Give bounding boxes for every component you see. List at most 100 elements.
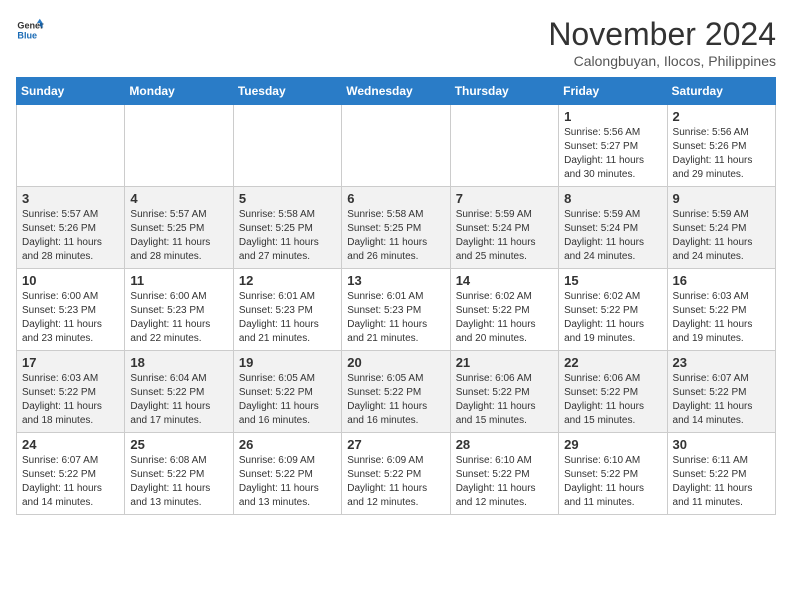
day-cell: 9Sunrise: 5:59 AMSunset: 5:24 PMDaylight… (667, 187, 775, 269)
day-cell: 2 Sunrise: 5:56 AMSunset: 5:26 PMDaylight… (667, 105, 775, 187)
day-info: Sunrise: 5:58 AMSunset: 5:25 PMDaylight:… (239, 208, 336, 264)
day-info: Sunrise: 5:59 AMSunset: 5:24 PMDaylight:… (456, 208, 553, 264)
week-row-3: 10 Sunrise: 6:00 AMSunset: 5:23 PMDayligh… (17, 269, 776, 351)
day-info: Sunrise: 6:11 AMSunset: 5:22 PMDaylight:… (673, 454, 770, 510)
weekday-header-monday: Monday (125, 78, 233, 105)
day-cell: 17Sunrise: 6:03 AMSunset: 5:22 PMDayligh… (17, 351, 125, 433)
day-number: 26 (239, 437, 336, 452)
day-cell: 10 Sunrise: 6:00 AMSunset: 5:23 PMDayligh… (17, 269, 125, 351)
day-info: Sunrise: 5:57 AMSunset: 5:26 PMDaylight:… (22, 208, 119, 264)
day-cell: 8 Sunrise: 5:59 AMSunset: 5:24 PMDaylight… (559, 187, 667, 269)
day-cell: 5 Sunrise: 5:58 AMSunset: 5:25 PMDaylight… (233, 187, 341, 269)
day-info: Sunrise: 5:57 AMSunset: 5:25 PMDaylight:… (130, 208, 227, 264)
week-row-2: 3 Sunrise: 5:57 AMSunset: 5:26 PMDaylight… (17, 187, 776, 269)
day-number: 3 (22, 191, 119, 206)
day-cell: 26Sunrise: 6:09 AMSunset: 5:22 PMDayligh… (233, 433, 341, 515)
day-info: Sunrise: 6:03 AMSunset: 5:22 PMDaylight:… (22, 372, 119, 428)
day-number: 28 (456, 437, 553, 452)
weekday-header-tuesday: Tuesday (233, 78, 341, 105)
day-number: 24 (22, 437, 119, 452)
header: General Blue General Blue November 2024 … (16, 16, 776, 69)
day-cell: 23 Sunrise: 6:07 AMSunset: 5:22 PMDayligh… (667, 351, 775, 433)
day-info: Sunrise: 6:08 AMSunset: 5:22 PMDaylight:… (130, 454, 227, 510)
day-cell (450, 105, 558, 187)
day-info: Sunrise: 6:01 AMSunset: 5:23 PMDaylight:… (239, 290, 336, 346)
day-cell: 12Sunrise: 6:01 AMSunset: 5:23 PMDayligh… (233, 269, 341, 351)
day-cell: 27Sunrise: 6:09 AMSunset: 5:22 PMDayligh… (342, 433, 450, 515)
day-info: Sunrise: 6:00 AMSunset: 5:23 PMDaylight:… (130, 290, 227, 346)
day-number: 11 (130, 273, 227, 288)
day-info: Sunrise: 6:05 AMSunset: 5:22 PMDaylight:… (347, 372, 444, 428)
day-number: 13 (347, 273, 444, 288)
day-number: 25 (130, 437, 227, 452)
day-info: Sunrise: 6:10 AMSunset: 5:22 PMDaylight:… (564, 454, 661, 510)
day-cell: 19Sunrise: 6:05 AMSunset: 5:22 PMDayligh… (233, 351, 341, 433)
day-number: 2 (673, 109, 770, 124)
day-cell: 21 Sunrise: 6:06 AMSunset: 5:22 PMDayligh… (450, 351, 558, 433)
day-number: 7 (456, 191, 553, 206)
week-row-1: 1 Sunrise: 5:56 AMSunset: 5:27 PMDaylight… (17, 105, 776, 187)
day-number: 29 (564, 437, 661, 452)
day-info: Sunrise: 6:09 AMSunset: 5:22 PMDaylight:… (347, 454, 444, 510)
day-cell: 25 Sunrise: 6:08 AMSunset: 5:22 PMDayligh… (125, 433, 233, 515)
day-cell: 4Sunrise: 5:57 AMSunset: 5:25 PMDaylight… (125, 187, 233, 269)
day-cell: 15Sunrise: 6:02 AMSunset: 5:22 PMDayligh… (559, 269, 667, 351)
day-number: 5 (239, 191, 336, 206)
day-number: 8 (564, 191, 661, 206)
day-cell: 3 Sunrise: 5:57 AMSunset: 5:26 PMDaylight… (17, 187, 125, 269)
day-info: Sunrise: 6:02 AMSunset: 5:22 PMDaylight:… (564, 290, 661, 346)
title-block: November 2024 Calongbuyan, Ilocos, Phili… (548, 16, 776, 69)
day-info: Sunrise: 5:56 AMSunset: 5:26 PMDaylight:… (673, 126, 770, 182)
weekday-header-thursday: Thursday (450, 78, 558, 105)
day-info: Sunrise: 6:06 AMSunset: 5:22 PMDaylight:… (456, 372, 553, 428)
day-number: 30 (673, 437, 770, 452)
month-title: November 2024 (548, 16, 776, 53)
logo: General Blue General Blue (16, 16, 44, 44)
day-number: 18 (130, 355, 227, 370)
day-cell (233, 105, 341, 187)
logo-icon: General Blue (16, 16, 44, 44)
day-number: 23 (673, 355, 770, 370)
day-cell: 18 Sunrise: 6:04 AMSunset: 5:22 PMDayligh… (125, 351, 233, 433)
day-info: Sunrise: 5:56 AMSunset: 5:27 PMDaylight:… (564, 126, 661, 182)
day-cell: 24 Sunrise: 6:07 AMSunset: 5:22 PMDayligh… (17, 433, 125, 515)
week-row-4: 17Sunrise: 6:03 AMSunset: 5:22 PMDayligh… (17, 351, 776, 433)
day-info: Sunrise: 6:10 AMSunset: 5:22 PMDaylight:… (456, 454, 553, 510)
weekday-header-saturday: Saturday (667, 78, 775, 105)
day-cell: 13 Sunrise: 6:01 AMSunset: 5:23 PMDayligh… (342, 269, 450, 351)
day-cell: 16Sunrise: 6:03 AMSunset: 5:22 PMDayligh… (667, 269, 775, 351)
day-info: Sunrise: 5:59 AMSunset: 5:24 PMDaylight:… (673, 208, 770, 264)
day-number: 16 (673, 273, 770, 288)
calendar-body: 1 Sunrise: 5:56 AMSunset: 5:27 PMDaylight… (17, 105, 776, 515)
day-number: 6 (347, 191, 444, 206)
day-number: 20 (347, 355, 444, 370)
day-info: Sunrise: 6:04 AMSunset: 5:22 PMDaylight:… (130, 372, 227, 428)
day-info: Sunrise: 6:00 AMSunset: 5:23 PMDaylight:… (22, 290, 119, 346)
day-info: Sunrise: 6:06 AMSunset: 5:22 PMDaylight:… (564, 372, 661, 428)
day-number: 14 (456, 273, 553, 288)
week-row-5: 24 Sunrise: 6:07 AMSunset: 5:22 PMDayligh… (17, 433, 776, 515)
day-cell: 7 Sunrise: 5:59 AMSunset: 5:24 PMDaylight… (450, 187, 558, 269)
calendar-container: General Blue General Blue November 2024 … (0, 0, 792, 525)
day-info: Sunrise: 5:59 AMSunset: 5:24 PMDaylight:… (564, 208, 661, 264)
day-info: Sunrise: 6:01 AMSunset: 5:23 PMDaylight:… (347, 290, 444, 346)
day-number: 21 (456, 355, 553, 370)
day-number: 22 (564, 355, 661, 370)
day-cell (17, 105, 125, 187)
day-cell: 22 Sunrise: 6:06 AMSunset: 5:22 PMDayligh… (559, 351, 667, 433)
calendar-table: SundayMondayTuesdayWednesdayThursdayFrid… (16, 77, 776, 515)
day-info: Sunrise: 5:58 AMSunset: 5:25 PMDaylight:… (347, 208, 444, 264)
day-cell: 1 Sunrise: 5:56 AMSunset: 5:27 PMDaylight… (559, 105, 667, 187)
day-cell: 6 Sunrise: 5:58 AMSunset: 5:25 PMDaylight… (342, 187, 450, 269)
day-cell (342, 105, 450, 187)
svg-text:Blue: Blue (17, 30, 37, 40)
day-info: Sunrise: 6:07 AMSunset: 5:22 PMDaylight:… (22, 454, 119, 510)
day-info: Sunrise: 6:07 AMSunset: 5:22 PMDaylight:… (673, 372, 770, 428)
day-number: 19 (239, 355, 336, 370)
day-cell: 28 Sunrise: 6:10 AMSunset: 5:22 PMDayligh… (450, 433, 558, 515)
day-number: 1 (564, 109, 661, 124)
day-number: 10 (22, 273, 119, 288)
weekday-header-friday: Friday (559, 78, 667, 105)
day-cell (125, 105, 233, 187)
weekday-header-sunday: Sunday (17, 78, 125, 105)
